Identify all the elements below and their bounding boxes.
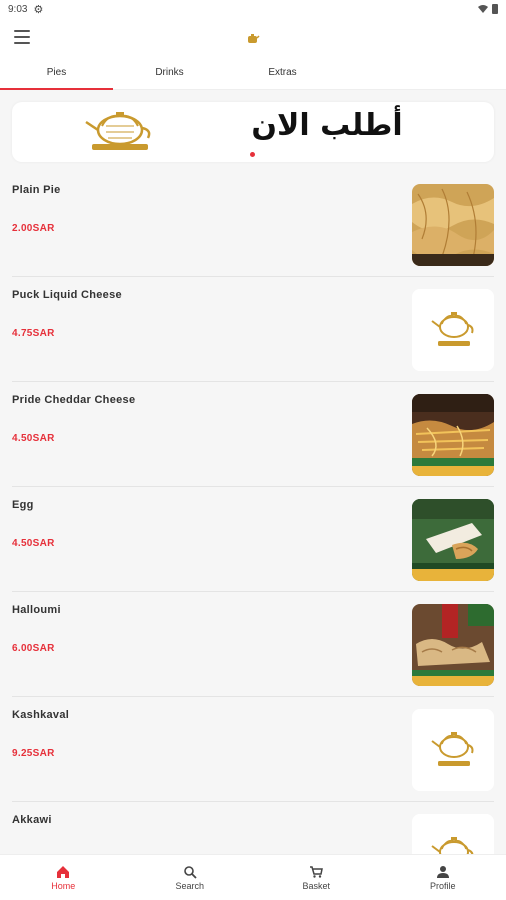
product-item-akkawi[interactable]: Akkawi <box>12 802 494 854</box>
product-name: Egg <box>12 499 34 511</box>
nav-basket[interactable]: Basket <box>253 855 380 900</box>
tab-pies[interactable]: Pies <box>0 58 113 90</box>
product-item-kashkaval[interactable]: Kashkaval 9.25SAR <box>12 697 494 802</box>
plain-pie-photo <box>412 184 494 266</box>
product-price: 6.00SAR <box>12 643 55 654</box>
product-item-puck-liquid-cheese[interactable]: Puck Liquid Cheese 4.75SAR <box>12 277 494 382</box>
product-image <box>412 814 494 854</box>
tab-drinks[interactable]: Drinks <box>113 58 226 89</box>
profile-icon <box>436 865 449 878</box>
hamburger-menu-icon[interactable] <box>14 30 30 44</box>
nav-label: Home <box>51 880 76 891</box>
cheddar-pie-photo <box>412 394 494 476</box>
teapot-logo-icon <box>412 709 494 791</box>
battery-icon <box>492 4 498 14</box>
status-bar: 9:03 ⚙ <box>0 0 506 18</box>
nav-label: Basket <box>302 880 330 891</box>
halloumi-pie-photo <box>412 604 494 686</box>
product-image <box>412 499 494 581</box>
content-area: أطلب الان Plain Pie 2.00SAR Puck Liquid … <box>0 90 506 854</box>
product-list: Plain Pie 2.00SAR Puck Liquid Cheese 4.7… <box>12 172 494 854</box>
search-icon <box>183 865 197 879</box>
product-name: Pride Cheddar Cheese <box>12 394 136 406</box>
egg-pie-photo <box>412 499 494 581</box>
status-right <box>478 4 498 14</box>
wifi-icon <box>478 5 488 13</box>
tab-extras[interactable]: Extras <box>226 58 339 89</box>
product-image <box>412 184 494 266</box>
product-price: 4.50SAR <box>12 433 55 444</box>
nav-label: Profile <box>429 880 456 891</box>
app-header <box>0 18 506 58</box>
product-price: 4.75SAR <box>12 328 55 339</box>
status-time: 9:03 <box>8 3 28 15</box>
product-image <box>412 394 494 476</box>
product-image <box>412 604 494 686</box>
product-image <box>412 709 494 791</box>
product-item-pride-cheddar-cheese[interactable]: Pride Cheddar Cheese 4.50SAR <box>12 382 494 487</box>
home-icon <box>57 865 70 878</box>
app-logo-icon <box>248 34 260 43</box>
nav-home[interactable]: Home <box>0 855 127 900</box>
status-left: 9:03 ⚙ <box>8 3 43 16</box>
product-price: 9.25SAR <box>12 748 55 759</box>
banner-headline: أطلب الان <box>251 108 403 143</box>
product-name: Akkawi <box>12 814 52 826</box>
carousel-indicator <box>250 152 255 157</box>
product-name: Plain Pie <box>12 184 61 196</box>
nav-search[interactable]: Search <box>127 855 254 900</box>
product-name: Kashkaval <box>12 709 70 721</box>
product-item-egg[interactable]: Egg 4.50SAR <box>12 487 494 592</box>
category-tabs: Pies Drinks Extras <box>0 58 506 90</box>
nav-profile[interactable]: Profile <box>380 855 506 900</box>
bottom-navigation: Home Search Basket Profile <box>0 854 506 900</box>
teapot-logo-icon <box>85 112 151 150</box>
product-price: 4.50SAR <box>12 538 55 549</box>
settings-gear-icon: ⚙ <box>33 3 44 16</box>
teapot-logo-icon <box>412 814 494 854</box>
product-item-plain-pie[interactable]: Plain Pie 2.00SAR <box>12 172 494 277</box>
promo-banner[interactable]: أطلب الان <box>12 102 494 162</box>
nav-label: Search <box>175 880 205 891</box>
product-image <box>412 289 494 371</box>
teapot-logo-icon <box>412 289 494 371</box>
product-price: 2.00SAR <box>12 223 55 234</box>
product-item-halloumi[interactable]: Halloumi 6.00SAR <box>12 592 494 697</box>
product-name: Halloumi <box>12 604 61 616</box>
product-name: Puck Liquid Cheese <box>12 289 122 301</box>
cart-icon <box>310 865 324 878</box>
